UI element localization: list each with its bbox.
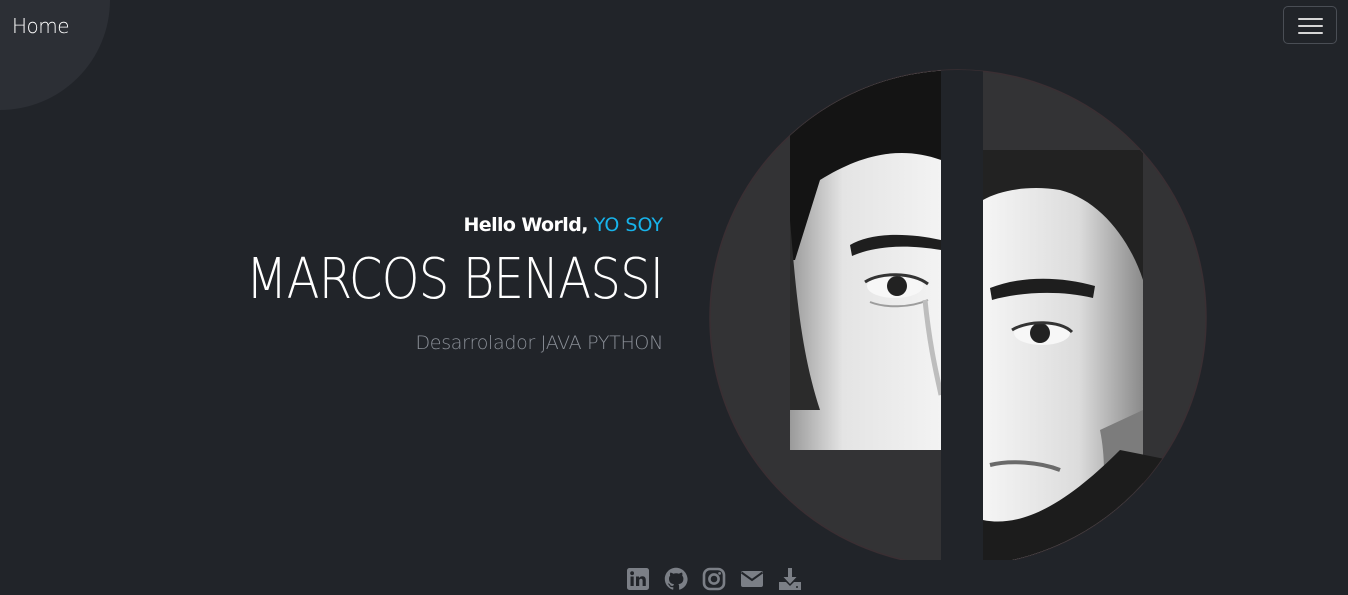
social-links — [626, 566, 802, 592]
greeting-accent: YO SOY — [593, 214, 663, 236]
home-link[interactable]: Home — [12, 14, 70, 38]
email-icon[interactable] — [740, 567, 764, 591]
profile-portrait — [709, 69, 1207, 560]
greeting-text: Hello World, — [463, 214, 589, 236]
menu-toggle-button[interactable] — [1283, 6, 1337, 44]
github-icon[interactable] — [664, 567, 688, 591]
linkedin-icon[interactable] — [626, 567, 650, 591]
hero-name: MARCOS BENASSI — [245, 247, 664, 312]
instagram-icon[interactable] — [702, 567, 726, 591]
greeting: Hello World, YO SOY — [178, 214, 664, 236]
download-icon[interactable] — [778, 567, 802, 591]
hamburger-icon — [1298, 18, 1323, 20]
hero-text: Hello World, YO SOY MARCOS BENASSI Desar… — [178, 214, 664, 354]
hero-role: Desarrolador JAVA PYTHON — [415, 332, 663, 354]
page: Home Hello World, YO SOY MARCOS BENASSI … — [0, 0, 1348, 595]
